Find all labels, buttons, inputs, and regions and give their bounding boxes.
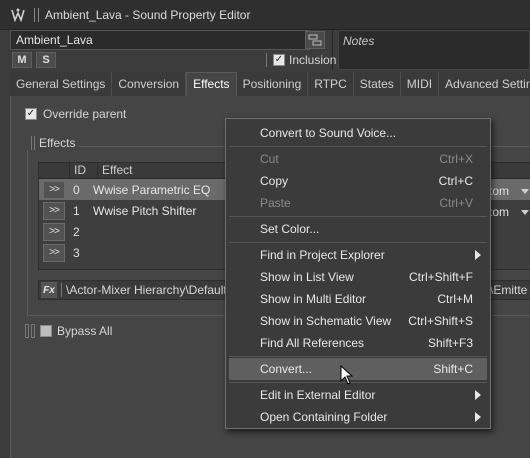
effect-name[interactable]: Wwise Parametric EQ: [93, 183, 210, 197]
menu-item-copy[interactable]: Copy Ctrl+C: [229, 170, 487, 192]
grip-handle-icon: [31, 136, 35, 150]
mute-button[interactable]: M: [12, 52, 32, 68]
wwise-app-icon: [8, 5, 28, 25]
tab-bar: General Settings Conversion Effects Posi…: [10, 72, 530, 96]
notes-field[interactable]: Notes: [338, 30, 530, 70]
effect-mode-value: tom: [489, 205, 510, 219]
dock-panel-icon[interactable]: [305, 31, 325, 49]
shortcut-label: Shift+C: [433, 362, 473, 376]
tab-advanced-settings[interactable]: Advanced Settings: [439, 72, 530, 96]
menu-separator: [229, 216, 487, 217]
object-name-field[interactable]: Ambient_Lava: [10, 30, 310, 50]
shortcut-label: Ctrl+Shift+F: [408, 270, 473, 284]
inclusion-checkbox[interactable]: ✓: [273, 54, 285, 66]
grip-handle-icon[interactable]: [34, 7, 39, 22]
menu-separator: [229, 356, 487, 357]
effect-mode-dropdown[interactable]: tom: [489, 203, 529, 221]
bypass-all-checkbox[interactable]: [40, 325, 52, 337]
context-menu: Convert to Sound Voice... Cut Ctrl+X Copy…: [225, 118, 491, 429]
fx-icon: Fx: [41, 282, 57, 298]
chevron-down-icon: [521, 209, 529, 215]
effect-mode-dropdown[interactable]: tom: [489, 182, 529, 200]
tab-rtpc[interactable]: RTPC: [308, 72, 354, 96]
shortcut-label: Ctrl+V: [439, 196, 473, 210]
menu-item-find-all-references[interactable]: Find All References Shift+F3: [229, 332, 487, 354]
effects-group-title: Effects: [27, 136, 80, 150]
menu-item-show-in-list-view[interactable]: Show in List View Ctrl+Shift+F: [229, 266, 487, 288]
tab-states[interactable]: States: [353, 72, 401, 96]
edit-effect-button[interactable]: >>: [43, 201, 65, 220]
effect-id: 0: [73, 182, 80, 197]
menu-item-cut[interactable]: Cut Ctrl+X: [229, 148, 487, 170]
tab-positioning[interactable]: Positioning: [236, 72, 309, 96]
tab-conversion[interactable]: Conversion: [112, 72, 187, 96]
edit-effect-button[interactable]: >>: [43, 180, 65, 199]
menu-item-paste[interactable]: Paste Ctrl+V: [229, 192, 487, 214]
override-parent-checkbox[interactable]: ✓: [25, 108, 37, 120]
grip-handle-icon: [25, 324, 35, 338]
menu-separator: [229, 382, 487, 383]
menu-item-open-containing-folder[interactable]: Open Containing Folder: [229, 406, 487, 428]
window-title: Ambient_Lava - Sound Property Editor: [45, 7, 251, 22]
tab-effects[interactable]: Effects: [186, 72, 237, 96]
menu-item-show-in-multi-editor[interactable]: Show in Multi Editor Ctrl+M: [229, 288, 487, 310]
override-parent-toggle[interactable]: ✓ Override parent: [25, 107, 126, 121]
submenu-arrow-icon: [475, 250, 481, 260]
effect-id: 1: [73, 203, 80, 218]
menu-item-show-in-schematic-view[interactable]: Show in Schematic View Ctrl+Shift+S: [229, 310, 487, 332]
effect-id: 3: [73, 245, 80, 260]
title-bar: Ambient_Lava - Sound Property Editor: [0, 0, 530, 30]
edit-effect-button[interactable]: >>: [43, 222, 65, 241]
menu-separator: [229, 146, 487, 147]
divider: [61, 283, 62, 297]
grip-handle-icon: [266, 53, 267, 67]
submenu-arrow-icon: [475, 390, 481, 400]
shortcut-label: Ctrl+M: [437, 292, 473, 306]
override-parent-label: Override parent: [43, 107, 127, 121]
inclusion-toggle[interactable]: ✓ Inclusion: [266, 53, 336, 67]
menu-item-convert-to-sound-voice[interactable]: Convert to Sound Voice...: [229, 122, 487, 144]
mouse-cursor-icon: [340, 364, 354, 388]
effect-mode-value: tom: [489, 184, 510, 198]
shortcut-label: Ctrl+Shift+S: [408, 314, 473, 328]
tab-midi[interactable]: MIDI: [400, 72, 440, 96]
menu-item-edit-in-external-editor[interactable]: Edit in External Editor: [229, 384, 487, 406]
tab-general-settings[interactable]: General Settings: [10, 72, 113, 96]
submenu-arrow-icon: [475, 412, 481, 422]
edit-effect-button[interactable]: >>: [43, 243, 65, 262]
effects-group-label: Effects: [39, 136, 76, 150]
menu-item-find-in-project-explorer[interactable]: Find in Project Explorer: [229, 244, 487, 266]
effect-id: 2: [73, 224, 80, 239]
menu-item-set-color[interactable]: Set Color...: [229, 218, 487, 240]
bypass-all-toggle[interactable]: Bypass All: [25, 324, 112, 338]
inclusion-label: Inclusion: [289, 53, 337, 67]
chevron-down-icon: [521, 188, 529, 194]
menu-item-convert[interactable]: Convert... Shift+C: [229, 358, 487, 380]
column-header-id[interactable]: ID: [69, 163, 97, 178]
menu-separator: [229, 242, 487, 243]
solo-button[interactable]: S: [36, 52, 56, 68]
shortcut-label: Shift+F3: [427, 336, 473, 350]
column-header-edit: [39, 163, 69, 178]
effect-name[interactable]: Wwise Pitch Shifter: [93, 204, 196, 218]
bypass-all-label: Bypass All: [57, 324, 113, 338]
effect-path-left: \Actor-Mixer Hierarchy\Default W: [66, 283, 242, 297]
shortcut-label: Ctrl+X: [439, 152, 473, 166]
shortcut-label: Ctrl+C: [438, 174, 473, 188]
